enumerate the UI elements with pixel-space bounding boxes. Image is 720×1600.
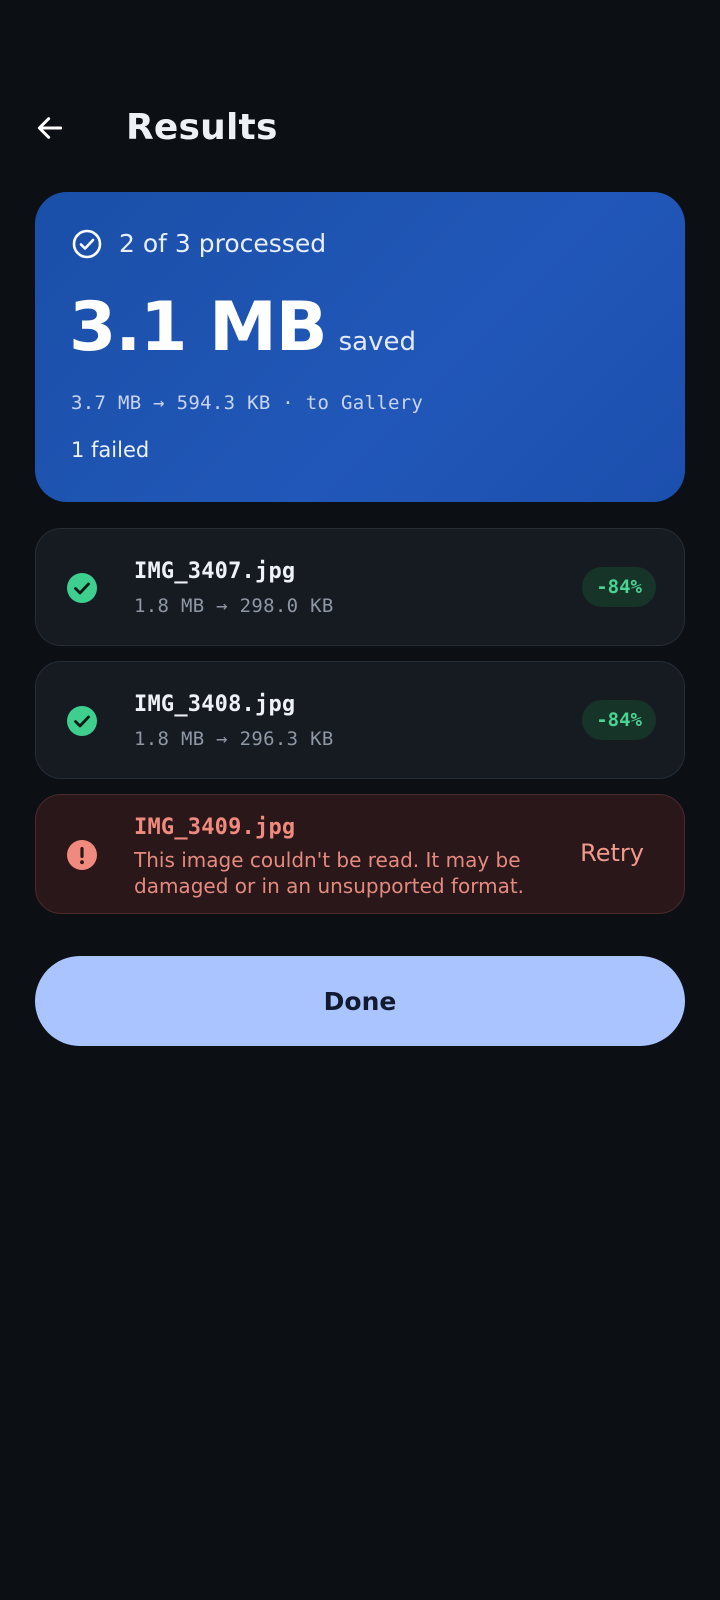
failed-count: 1 failed [71, 438, 150, 462]
summary-card: 2 of 3 processed 3.1 MB saved 3.7 MB → 5… [35, 192, 685, 502]
saved-summary: 3.1 MB saved [69, 290, 416, 366]
done-button[interactable]: Done [35, 956, 685, 1046]
check-circle-outline-icon [72, 229, 102, 259]
retry-button[interactable]: Retry [580, 837, 644, 869]
top-app-bar: Results [0, 100, 720, 164]
file-size-change: 1.8 MB → 296.3 KB [134, 728, 334, 750]
processed-count: 2 of 3 processed [119, 229, 327, 258]
file-name: IMG_3409.jpg [134, 815, 296, 840]
file-size-change: 1.8 MB → 298.0 KB [134, 595, 334, 617]
file-item-img-3409: IMG_3409.jpg This image couldn't be read… [35, 794, 685, 914]
reduction-badge: -84% [582, 700, 656, 740]
file-name: IMG_3407.jpg [134, 559, 296, 584]
error-alert-icon [67, 840, 97, 870]
total-size-change: 3.7 MB → 594.3 KB · to Gallery [71, 392, 424, 414]
arrow-left-icon [37, 117, 63, 139]
error-message: This image couldn't be read. It may be d… [134, 848, 525, 898]
saved-label: saved [338, 327, 417, 357]
reduction-badge: -84% [582, 567, 656, 607]
file-item-img-3408: IMG_3408.jpg 1.8 MB → 296.3 KB -84% [35, 661, 685, 779]
check-circle-icon [67, 573, 97, 603]
check-circle-icon [67, 706, 97, 736]
page-title: Results [126, 107, 278, 148]
processed-status: 2 of 3 processed [71, 228, 326, 260]
saved-amount: 3.1 MB [69, 288, 328, 367]
file-name: IMG_3408.jpg [134, 692, 296, 717]
file-item-img-3407: IMG_3407.jpg 1.8 MB → 298.0 KB -84% [35, 528, 685, 646]
back-button[interactable] [28, 106, 72, 150]
done-button-label: Done [323, 986, 397, 1016]
